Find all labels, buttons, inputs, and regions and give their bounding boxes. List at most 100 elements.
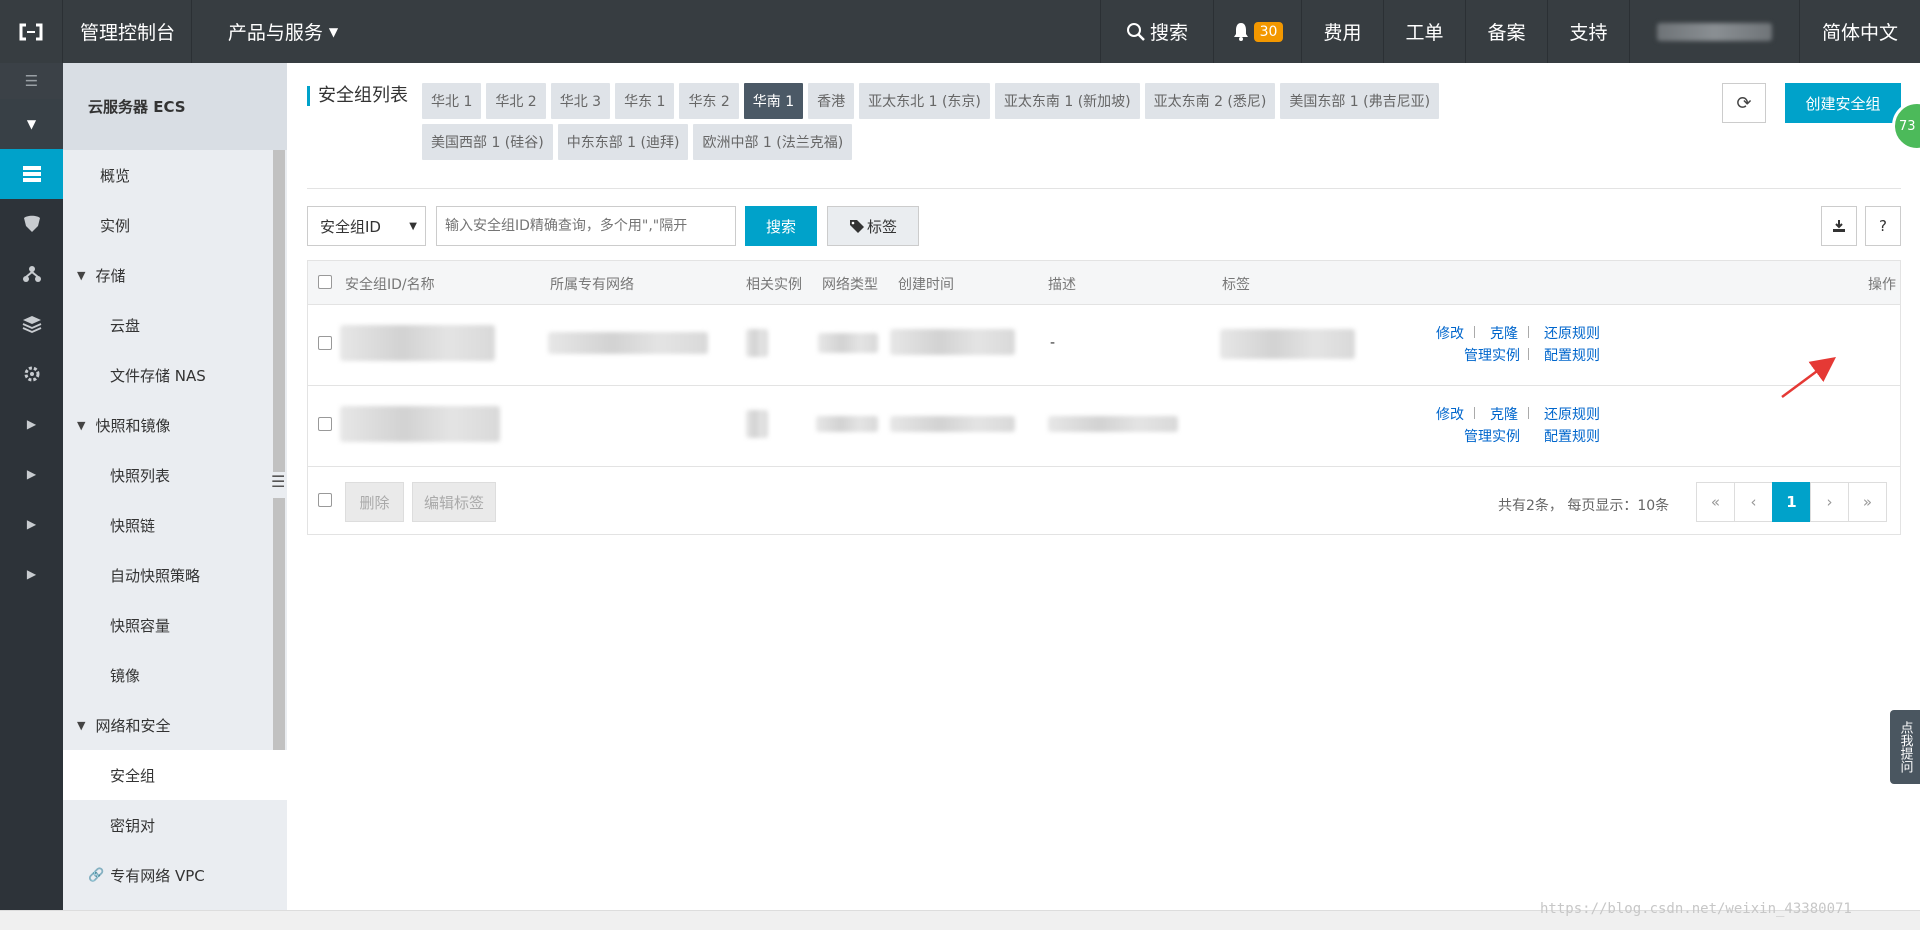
- region-tab[interactable]: 中东东部 1 (迪拜): [557, 124, 689, 160]
- next-page-button[interactable]: ›: [1810, 482, 1849, 522]
- footer-select-all-checkbox[interactable]: [318, 493, 332, 507]
- menu-group-network-security[interactable]: ▼ 网络和安全: [63, 700, 287, 750]
- menu-item-key-pairs[interactable]: 密钥对: [63, 800, 287, 850]
- support-link[interactable]: 支持: [1548, 0, 1630, 63]
- blurred-instance-count: [746, 410, 768, 438]
- collapse-menu-icon[interactable]: ☰: [271, 472, 287, 498]
- menu-item-images[interactable]: 镜像: [63, 650, 287, 700]
- ecs-server-icon[interactable]: [0, 149, 63, 199]
- modify-link[interactable]: 修改: [1436, 323, 1464, 343]
- row-checkbox[interactable]: [318, 417, 332, 431]
- edit-tags-button[interactable]: 编辑标签: [412, 482, 496, 522]
- restore-rules-link[interactable]: 还原规则: [1544, 323, 1600, 343]
- menu-group-label: 快照和镜像: [95, 416, 171, 435]
- blurred-username: [1657, 22, 1772, 41]
- create-security-group-button[interactable]: 创建安全组: [1785, 83, 1901, 123]
- console-home-link[interactable]: 管理控制台: [64, 0, 192, 63]
- collapse-chevron-icon[interactable]: ▼: [0, 99, 63, 149]
- menu-item-auto-snapshot[interactable]: 自动快照策略: [63, 550, 287, 600]
- menu-item-snapshot-list[interactable]: 快照列表: [63, 450, 287, 500]
- region-tab[interactable]: 欧洲中部 1 (法兰克福): [693, 124, 853, 160]
- configure-rules-link[interactable]: 配置规则: [1544, 426, 1600, 446]
- expand-arrow-icon[interactable]: ▶: [0, 449, 63, 499]
- gear-icon[interactable]: [0, 349, 63, 399]
- region-tab[interactable]: 华北 2: [486, 83, 546, 119]
- menu-group-storage[interactable]: ▼ 存储: [63, 250, 287, 300]
- description-cell: -: [1050, 335, 1056, 351]
- console-logo-icon[interactable]: [0, 0, 63, 63]
- search-button[interactable]: 搜索: [745, 206, 817, 246]
- menu-item-vpc[interactable]: 🔗 专有网络 VPC: [63, 850, 287, 900]
- configure-rules-link[interactable]: 配置规则: [1544, 345, 1600, 365]
- tag-filter-button[interactable]: 标签: [827, 206, 919, 246]
- products-services-menu[interactable]: 产品与服务 ▼: [193, 0, 373, 63]
- region-tab[interactable]: 华东 1: [615, 83, 675, 119]
- region-tab[interactable]: 亚太东北 1 (东京): [859, 83, 990, 119]
- user-account-menu[interactable]: [1630, 0, 1800, 63]
- beian-link[interactable]: 备案: [1466, 0, 1548, 63]
- export-button[interactable]: [1821, 206, 1857, 246]
- layers-icon[interactable]: [0, 299, 63, 349]
- blurred-network-type: [816, 416, 878, 432]
- expand-arrow-icon[interactable]: ▶: [0, 399, 63, 449]
- restore-rules-link[interactable]: 还原规则: [1544, 404, 1600, 424]
- menu-toggle-icon[interactable]: ☰: [0, 63, 63, 99]
- menu-item-instances[interactable]: 实例: [63, 200, 287, 250]
- notification-count-badge: 30: [1253, 21, 1284, 42]
- menu-group-label: 存储: [95, 266, 126, 285]
- region-tab[interactable]: 美国东部 1 (弗吉尼亚): [1280, 83, 1440, 119]
- select-all-checkbox[interactable]: [318, 275, 332, 289]
- prev-page-button[interactable]: ‹: [1734, 482, 1773, 522]
- search-type-select[interactable]: 安全组ID ▼: [307, 206, 426, 246]
- first-page-button[interactable]: «: [1696, 482, 1735, 522]
- menu-scrollbar[interactable]: [273, 150, 285, 750]
- menu-item-nas[interactable]: 文件存储 NAS: [63, 350, 287, 400]
- region-tab[interactable]: 亚太东南 2 (悉尼): [1144, 83, 1276, 119]
- page-button-current[interactable]: 1: [1772, 482, 1811, 522]
- menu-item-snapshot-capacity[interactable]: 快照容量: [63, 600, 287, 650]
- security-group-table: 安全组ID/名称 所属专有网络 相关实例 网络类型 创建时间 描述 标签 操作 …: [307, 260, 1901, 535]
- menu-item-overview[interactable]: 概览: [63, 150, 287, 200]
- refresh-button[interactable]: ⟳: [1722, 83, 1766, 123]
- region-tab[interactable]: 美国西部 1 (硅谷): [422, 124, 553, 160]
- menu-item-security-groups[interactable]: 安全组: [63, 750, 287, 800]
- database-icon[interactable]: [0, 199, 63, 249]
- help-button[interactable]: ?: [1865, 206, 1901, 246]
- blurred-create-time: [890, 416, 1015, 432]
- menu-item-disks[interactable]: 云盘: [63, 300, 287, 350]
- blurred-instance-count: [746, 329, 768, 357]
- clone-link[interactable]: 克隆: [1490, 404, 1518, 424]
- expand-arrow-icon[interactable]: ▶: [0, 549, 63, 599]
- divider: [1528, 326, 1529, 338]
- region-tab[interactable]: 华北 3: [550, 83, 611, 119]
- notifications-button[interactable]: 30: [1214, 0, 1302, 63]
- region-tab-selected[interactable]: 华南 1: [743, 83, 804, 119]
- modify-link[interactable]: 修改: [1436, 404, 1464, 424]
- last-page-button[interactable]: »: [1848, 482, 1887, 522]
- link-icon: 🔗: [88, 867, 105, 883]
- clone-link[interactable]: 克隆: [1490, 323, 1518, 343]
- billing-link[interactable]: 费用: [1302, 0, 1384, 63]
- manage-instances-link[interactable]: 管理实例: [1464, 345, 1520, 365]
- ecs-side-menu: 云服务器 ECS 概览 实例 ▼ 存储 云盘 文件存储 NAS ▼ 快照和镜像 快照…: [63, 63, 287, 910]
- blurred-vpc: [548, 332, 708, 354]
- divider: [1528, 348, 1529, 360]
- expand-arrow-icon[interactable]: ▶: [0, 499, 63, 549]
- network-icon[interactable]: [0, 249, 63, 299]
- ticket-link[interactable]: 工单: [1384, 0, 1466, 63]
- global-search-button[interactable]: 搜索: [1100, 0, 1214, 63]
- region-tab[interactable]: 香港: [808, 83, 855, 119]
- menu-group-snapshots[interactable]: ▼ 快照和镜像: [63, 400, 287, 450]
- search-input[interactable]: [436, 206, 736, 246]
- menu-item-snapshot-chain[interactable]: 快照链: [63, 500, 287, 550]
- column-header: 安全组ID/名称: [345, 277, 435, 293]
- row-checkbox[interactable]: [318, 336, 332, 350]
- pagination-info: 共有2条， 每页显示：10条: [1498, 498, 1670, 514]
- feedback-tab[interactable]: 点我提问: [1890, 710, 1920, 784]
- region-tab[interactable]: 亚太东南 1 (新加坡): [994, 83, 1140, 119]
- delete-button[interactable]: 删除: [345, 482, 404, 522]
- region-tab[interactable]: 华北 1: [422, 83, 482, 119]
- language-switch[interactable]: 简体中文: [1800, 0, 1920, 63]
- manage-instances-link[interactable]: 管理实例: [1464, 426, 1520, 446]
- region-tab[interactable]: 华东 2: [679, 83, 739, 119]
